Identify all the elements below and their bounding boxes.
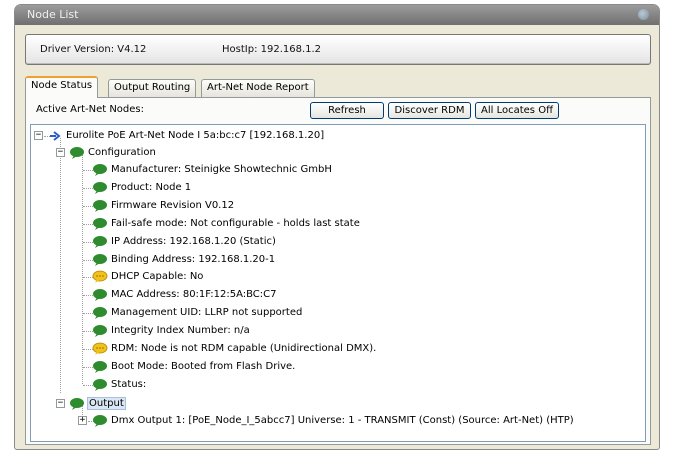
tree-node-config-item[interactable]: IP Address: 192.168.1.20 (Static): [31, 234, 631, 251]
tree-node-label: Output: [87, 397, 126, 410]
green-bubble-icon: [93, 253, 107, 266]
collapse-icon[interactable]: −: [56, 399, 65, 408]
green-bubble-icon: [93, 415, 107, 427]
tree-node-label: Management UID: LLRP not supported: [111, 307, 303, 319]
tab-strip: Node Status Output Routing Art-Net Node …: [25, 76, 651, 98]
host-ip: HostIp: 192.168.1.2: [222, 44, 322, 55]
tree-node-label: Firmware Revision V0.12: [111, 199, 235, 211]
tree-node-label: DHCP Capable: No: [111, 271, 204, 283]
collapse-icon[interactable]: −: [34, 131, 43, 140]
green-bubble-icon: [93, 378, 107, 391]
tree-node-dmx-output[interactable]: + Dmx Output 1: [PoE_Node_I_5abcc7] Univ…: [31, 413, 641, 430]
window-title: Node List: [27, 8, 79, 21]
expand-icon[interactable]: +: [78, 416, 87, 425]
green-bubble-icon: [93, 235, 107, 248]
green-bubble-icon: [93, 307, 107, 320]
tree-node-config-item[interactable]: Binding Address: 192.168.1.20-1: [31, 252, 631, 269]
green-bubble-icon: [93, 181, 107, 194]
tree-node-config-item[interactable]: Product: Node 1: [31, 180, 631, 197]
tree-node-config-item[interactable]: Boot Mode: Booted from Flash Drive.: [31, 359, 631, 376]
driver-version: Driver Version: V4.12: [40, 44, 147, 55]
tree-node-label: Product: Node 1: [111, 181, 192, 193]
green-bubble-icon: [93, 217, 107, 230]
green-bubble-icon: [93, 164, 107, 176]
title-bar[interactable]: Node List: [15, 5, 659, 25]
tree-node-output[interactable]: − Output: [31, 396, 331, 413]
tab-node-status[interactable]: Node Status: [25, 76, 99, 98]
close-icon[interactable]: [638, 9, 649, 20]
green-bubble-icon: [93, 325, 107, 338]
green-bubble-icon: [70, 147, 84, 159]
discover-rdm-button[interactable]: Discover RDM: [388, 102, 471, 119]
green-bubble-icon: [70, 398, 84, 410]
tab-art-net-node-report[interactable]: Art-Net Node Report: [201, 79, 315, 97]
tree-node-label: Boot Mode: Booted from Flash Drive.: [111, 360, 296, 372]
node-list-window: Node List Driver Version: V4.12 HostIp: …: [14, 4, 660, 450]
tree-node-label: MAC Address: 80:1F:12:5A:BC:C7: [111, 289, 277, 301]
tree-node-config-item[interactable]: Manufacturer: Steinigke Showtechnic GmbH: [31, 162, 631, 179]
tree-node-label: Eurolite PoE Art-Net Node I 5a:bc:c7 [19…: [66, 130, 325, 141]
all-locates-off-button[interactable]: All Locates Off: [475, 102, 559, 119]
tree-node-configuration[interactable]: − Configuration: [31, 145, 331, 162]
driver-info-panel: Driver Version: V4.12 HostIp: 192.168.1.…: [25, 34, 651, 65]
green-bubble-icon: [93, 360, 107, 373]
active-nodes-label: Active Art-Net Nodes:: [36, 104, 145, 115]
tree-node-label: RDM: Node is not RDM capable (Unidirecti…: [111, 343, 377, 354]
tree-node-config-item[interactable]: Integrity Index Number: n/a: [31, 323, 631, 340]
tree-node-label: Integrity Index Number: n/a: [111, 325, 250, 337]
tree-node-config-item[interactable]: Management UID: LLRP not supported: [31, 305, 631, 322]
tree-node-label: Status:: [111, 378, 147, 390]
collapse-icon[interactable]: −: [56, 148, 65, 157]
tree-node-config-item[interactable]: Firmware Revision V0.12: [31, 198, 631, 215]
tree-node-label: IP Address: 192.168.1.20 (Static): [111, 235, 276, 247]
tree-node-config-item[interactable]: DHCP Capable: No: [31, 269, 631, 286]
tab-output-routing[interactable]: Output Routing: [108, 79, 197, 97]
node-status-panel: Active Art-Net Nodes: Refresh Discover R…: [25, 97, 651, 445]
arrow-right-icon: [50, 131, 61, 141]
tree-node-label: Manufacturer: Steinigke Showtechnic GmbH: [111, 164, 332, 175]
green-bubble-icon: [93, 199, 107, 212]
refresh-button[interactable]: Refresh: [310, 102, 384, 119]
tree-node-label: Configuration: [88, 147, 156, 158]
tree-node-root[interactable]: − Eurolite PoE Art-Net Node I 5a:bc:c7 […: [31, 128, 641, 145]
tree-node-label: Fail-safe mode: Not configurable - holds…: [111, 217, 360, 229]
tree-node-config-item[interactable]: MAC Address: 80:1F:12:5A:BC:C7: [31, 287, 631, 304]
yellow-bubble-icon: [92, 270, 108, 284]
tree-node-config-item[interactable]: Status:: [31, 377, 631, 394]
tree-node-label: Dmx Output 1: [PoE_Node_I_5abcc7] Univer…: [111, 415, 574, 426]
node-tree[interactable]: − Eurolite PoE Art-Net Node I 5a:bc:c7 […: [30, 124, 646, 442]
yellow-bubble-icon: [92, 342, 108, 355]
tree-node-config-item[interactable]: RDM: Node is not RDM capable (Unidirecti…: [31, 341, 631, 358]
tree-node-label: Binding Address: 192.168.1.20-1: [111, 253, 276, 265]
green-bubble-icon: [93, 289, 107, 302]
tree-node-config-item[interactable]: Fail-safe mode: Not configurable - holds…: [31, 216, 631, 233]
